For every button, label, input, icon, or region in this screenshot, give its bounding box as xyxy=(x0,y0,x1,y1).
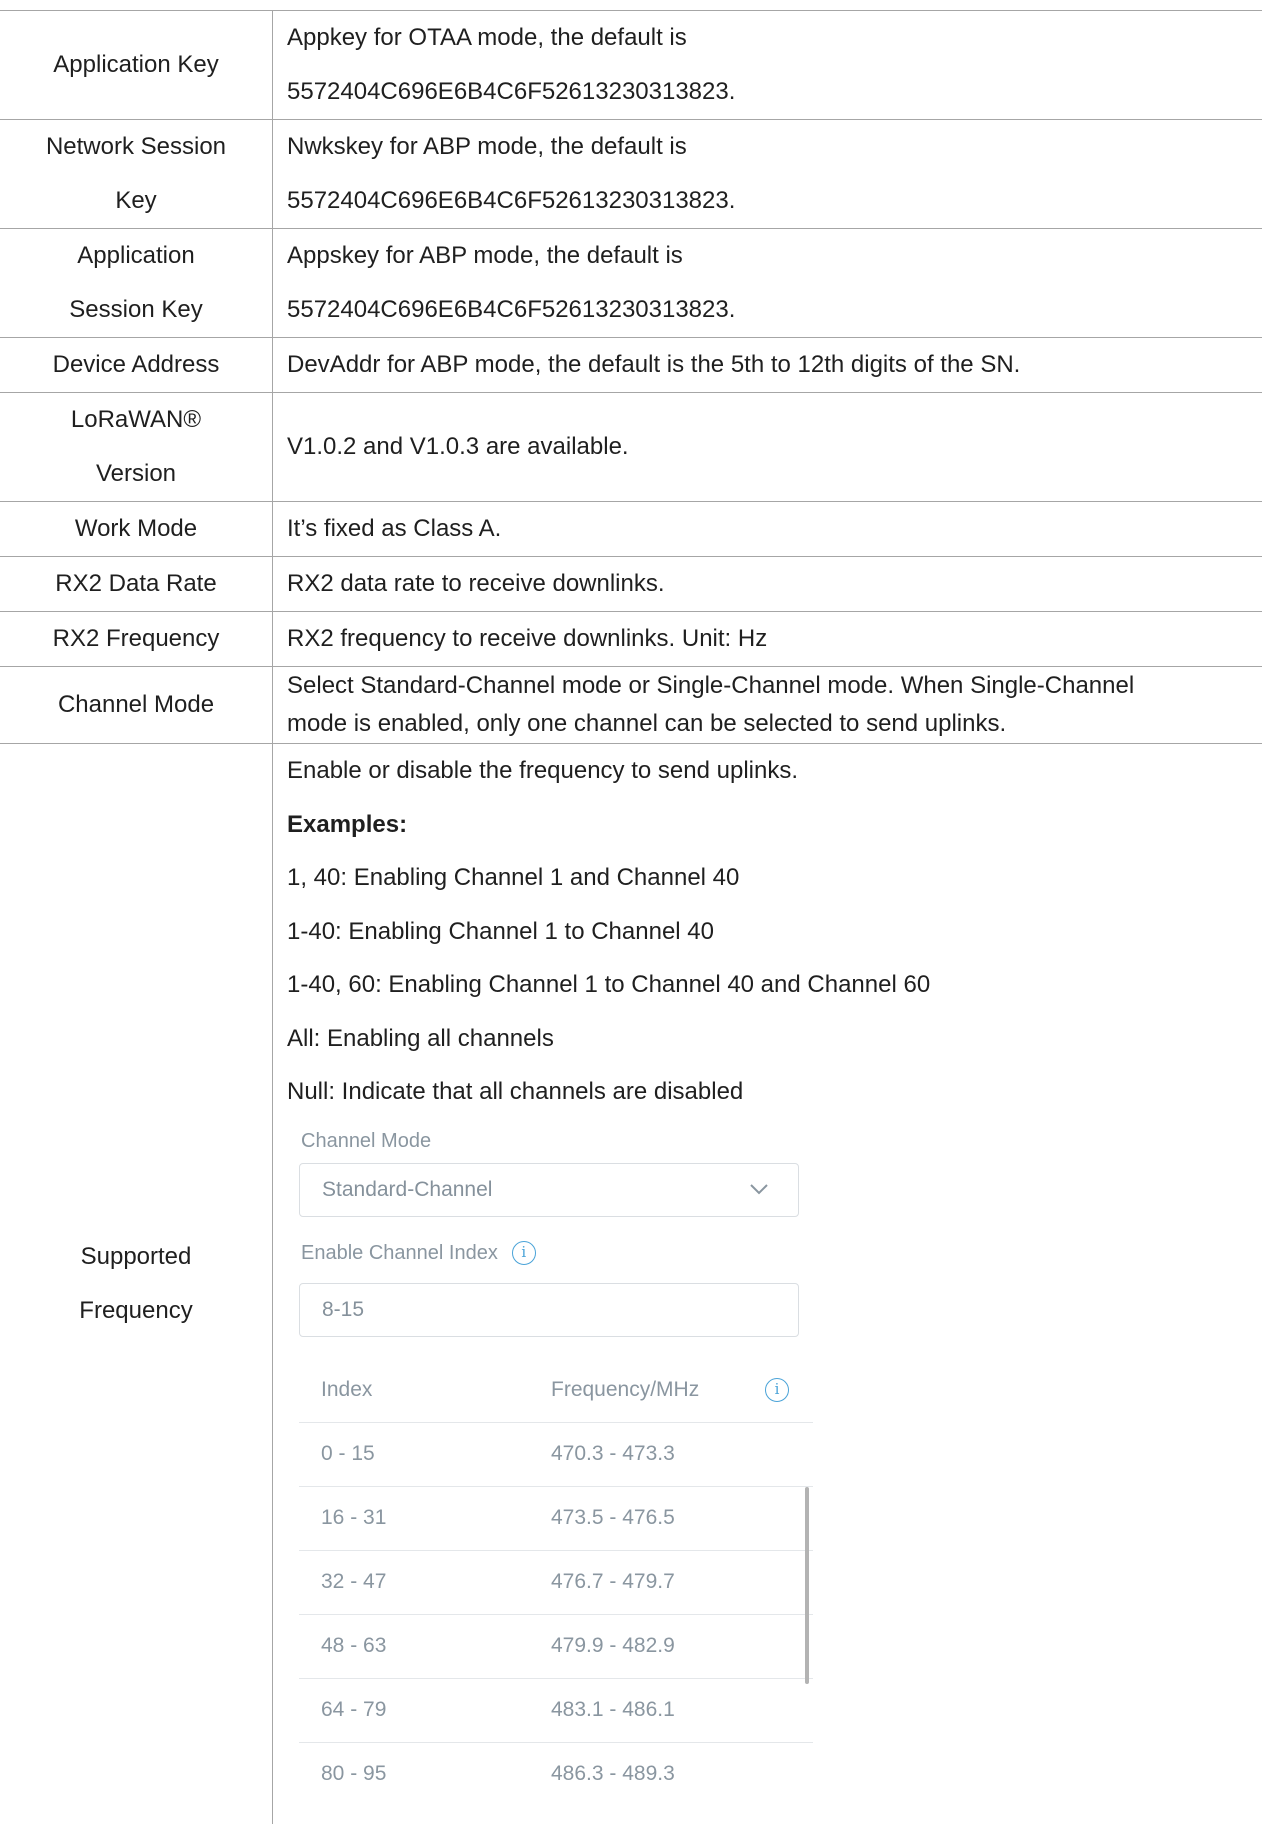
channel-frequency: 483.1 - 486.1 xyxy=(551,1683,751,1737)
freq-line: Null: Indicate that all channels are dis… xyxy=(287,1065,1262,1119)
channel-index: 16 - 31 xyxy=(299,1491,551,1545)
info-icon[interactable]: i xyxy=(765,1378,789,1402)
channel-row: 16 - 31473.5 - 476.5 xyxy=(299,1486,813,1550)
channel-index: 0 - 15 xyxy=(299,1427,551,1481)
table-row-supported-frequency: Supported Frequency Enable or disable th… xyxy=(0,744,1262,1824)
param-description: DevAddr for ABP mode, the default is the… xyxy=(273,338,1262,393)
param-name: ApplicationSession Key xyxy=(0,229,273,338)
table-row: ApplicationSession KeyAppskey for ABP mo… xyxy=(0,229,1262,338)
channel-row: 48 - 63479.9 - 482.9 xyxy=(299,1614,813,1678)
channel-settings-screenshot: Channel Mode Standard-Channel Enable Cha… xyxy=(287,1119,827,1806)
freq-line: All: Enabling all channels xyxy=(287,1012,1262,1066)
table-row: Channel ModeSelect Standard-Channel mode… xyxy=(0,667,1262,744)
channel-index: 48 - 63 xyxy=(299,1619,551,1673)
column-header-frequency: Frequency/MHz xyxy=(551,1363,751,1417)
channel-row: 0 - 15470.3 - 473.3 xyxy=(299,1422,813,1486)
param-name: Application Key xyxy=(0,11,273,120)
enable-channel-index-input[interactable]: 8-15 xyxy=(299,1283,799,1337)
param-description: V1.0.2 and V1.0.3 are available. xyxy=(273,393,1262,502)
parameter-table: Application KeyAppkey for OTAA mode, the… xyxy=(0,10,1262,1824)
table-row: Network SessionKeyNwkskey for ABP mode, … xyxy=(0,120,1262,229)
table-row: RX2 FrequencyRX2 frequency to receive do… xyxy=(0,612,1262,667)
param-name: RX2 Frequency xyxy=(0,612,273,667)
info-icon[interactable]: i xyxy=(512,1241,536,1265)
channel-frequency: 486.3 - 489.3 xyxy=(551,1747,751,1801)
channel-frequency: 479.9 - 482.9 xyxy=(551,1619,751,1673)
channel-row: 32 - 47476.7 - 479.7 xyxy=(299,1550,813,1614)
param-name: LoRaWAN®Version xyxy=(0,393,273,502)
param-name: Network SessionKey xyxy=(0,120,273,229)
table-row: Device AddressDevAddr for ABP mode, the … xyxy=(0,338,1262,393)
channel-frequency: 470.3 - 473.3 xyxy=(551,1427,751,1481)
param-description: RX2 data rate to receive downlinks. xyxy=(273,557,1262,612)
param-description: Nwkskey for ABP mode, the default is5572… xyxy=(273,120,1262,229)
param-description: Appkey for OTAA mode, the default is5572… xyxy=(273,11,1262,120)
channel-mode-value: Standard-Channel xyxy=(322,1178,492,1201)
channel-table: Index Frequency/MHz i 0 - 15470.3 - 473.… xyxy=(299,1359,813,1806)
param-name: Work Mode xyxy=(0,502,273,557)
channel-mode-select[interactable]: Standard-Channel xyxy=(299,1163,799,1217)
channel-row: 64 - 79483.1 - 486.1 xyxy=(299,1678,813,1742)
table-row: Application KeyAppkey for OTAA mode, the… xyxy=(0,11,1262,120)
channel-index: 64 - 79 xyxy=(299,1683,551,1737)
channel-table-header: Index Frequency/MHz i xyxy=(299,1359,813,1422)
channel-row: 80 - 95486.3 - 489.3 xyxy=(299,1742,813,1806)
column-header-index: Index xyxy=(299,1363,551,1417)
table-row: RX2 Data RateRX2 data rate to receive do… xyxy=(0,557,1262,612)
param-name: RX2 Data Rate xyxy=(0,557,273,612)
freq-line: Enable or disable the frequency to send … xyxy=(287,744,1262,798)
param-description: RX2 frequency to receive downlinks. Unit… xyxy=(273,612,1262,667)
freq-line: 1-40, 60: Enabling Channel 1 to Channel … xyxy=(287,958,1262,1012)
enable-channel-index-label: Enable Channel Indexi xyxy=(287,1231,827,1275)
channel-mode-label: Channel Mode xyxy=(287,1119,827,1163)
scrollbar[interactable] xyxy=(805,1487,809,1684)
table-row: LoRaWAN®VersionV1.0.2 and V1.0.3 are ava… xyxy=(0,393,1262,502)
channel-index: 32 - 47 xyxy=(299,1555,551,1609)
channel-frequency: 473.5 - 476.5 xyxy=(551,1491,751,1545)
chevron-down-icon xyxy=(748,1178,770,1200)
param-name: Device Address xyxy=(0,338,273,393)
channel-index: 80 - 95 xyxy=(299,1747,551,1801)
param-name: Channel Mode xyxy=(0,667,273,744)
table-row: Work ModeIt’s fixed as Class A. xyxy=(0,502,1262,557)
examples-heading: Examples: xyxy=(287,798,1262,852)
freq-line: 1, 40: Enabling Channel 1 and Channel 40 xyxy=(287,851,1262,905)
param-description: Select Standard-Channel mode or Single-C… xyxy=(273,667,1262,744)
channel-frequency: 476.7 - 479.7 xyxy=(551,1555,751,1609)
freq-line: 1-40: Enabling Channel 1 to Channel 40 xyxy=(287,905,1262,959)
param-description: Enable or disable the frequency to send … xyxy=(273,744,1262,1824)
param-name: Supported Frequency xyxy=(0,744,273,1824)
param-description: Appskey for ABP mode, the default is5572… xyxy=(273,229,1262,338)
param-description: It’s fixed as Class A. xyxy=(273,502,1262,557)
